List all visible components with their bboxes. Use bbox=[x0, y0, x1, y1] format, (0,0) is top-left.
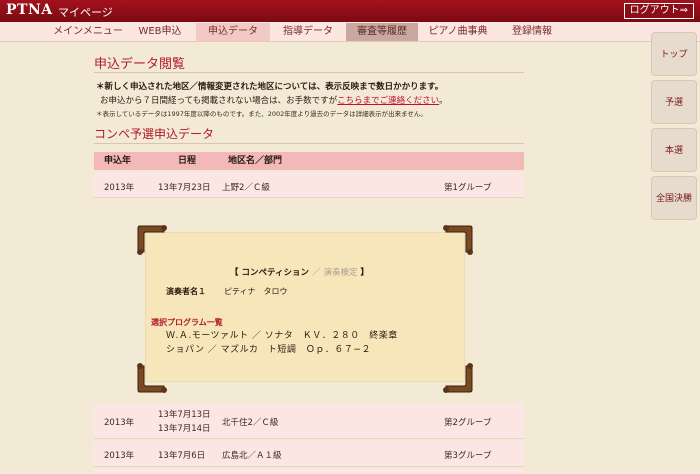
nav-judging-history[interactable]: 審査等履歴 bbox=[346, 23, 418, 41]
header-year: 申込年 bbox=[104, 156, 132, 166]
main-nav: メインメニュー WEB申込 申込データ 指導データ 審査等履歴 ピアノ曲事典 登… bbox=[0, 22, 700, 42]
nav-registration[interactable]: 登録情報 bbox=[500, 23, 564, 41]
detail-card bbox=[146, 233, 464, 381]
card-category: 【 コンペティション ／ 演奏検定 】 bbox=[230, 266, 369, 278]
program-item: Ｗ.Ａ.モーツァルト ／ ソナタ ＫＶ．２８０ 終楽章 bbox=[166, 331, 398, 341]
ptna-logo[interactable]: PTNA bbox=[6, 2, 53, 18]
performer: 演奏者名１ ピティナ タロウ bbox=[166, 286, 288, 297]
performer-label: 演奏者名１ bbox=[166, 287, 206, 296]
row-area: 上野2／Ｃ級 bbox=[222, 183, 270, 193]
program-title: 選択プログラム一覧 bbox=[151, 318, 223, 327]
row-group: 第3グループ bbox=[444, 451, 492, 461]
logout-button[interactable]: ログアウト⇒ bbox=[623, 3, 694, 19]
notice-contact-text: お申込から７日間経っても掲載されない場合は、お手数ですが bbox=[100, 96, 338, 106]
mypage-label: マイページ bbox=[58, 6, 113, 19]
row-date: 13年7月6日 bbox=[158, 451, 206, 461]
row-area: 北千住2／Ｃ級 bbox=[222, 418, 279, 428]
header-area: 地区名／部門 bbox=[228, 156, 283, 166]
category-separator: ／ bbox=[311, 268, 321, 278]
side-main-round-button[interactable]: 本選 bbox=[651, 128, 697, 172]
header-bar: PTNA マイページ ログアウト⇒ bbox=[0, 0, 700, 22]
section-title: コンペ予選申込データ bbox=[94, 127, 215, 141]
table-row[interactable]: 2013年 13年7月23日 上野2／Ｃ級 第1グループ bbox=[94, 172, 524, 198]
table-row[interactable]: 2013年 13年7月13日 13年7月14日 北千住2／Ｃ級 第2グループ bbox=[94, 403, 524, 439]
row-year: 2013年 bbox=[104, 418, 135, 428]
nav-application-data[interactable]: 申込データ bbox=[196, 23, 270, 41]
table-row bbox=[94, 469, 524, 474]
table-header: 申込年 日程 地区名／部門 bbox=[94, 152, 524, 170]
row-group: 第2グループ bbox=[444, 418, 492, 428]
notice-contact-end: 。 bbox=[439, 96, 448, 106]
nav-teaching-data[interactable]: 指導データ bbox=[272, 23, 344, 41]
corner-bottom-left-icon bbox=[137, 363, 167, 393]
table-row[interactable]: 2013年 13年7月6日 広島北／Ａ１級 第3グループ bbox=[94, 441, 524, 467]
nav-main-menu[interactable]: メインメニュー bbox=[48, 23, 128, 41]
row-year: 2013年 bbox=[104, 451, 135, 461]
bracket-open: 【 bbox=[230, 268, 239, 278]
corner-top-right-icon bbox=[443, 225, 473, 255]
program-item: ショパン ／ マズルカ ト短調 Ｏｐ．６７−２ bbox=[166, 345, 371, 355]
notice-data-range: ＊表示しているデータは1997年度以降のものです。また、2002年度より過去のデ… bbox=[96, 110, 427, 118]
row-date-2: 13年7月14日 bbox=[158, 424, 211, 434]
row-year: 2013年 bbox=[104, 183, 135, 193]
row-area: 広島北／Ａ１級 bbox=[222, 451, 282, 461]
category-alt: 演奏検定 bbox=[323, 268, 358, 278]
corner-bottom-right-icon bbox=[443, 363, 473, 393]
corner-top-left-icon bbox=[137, 225, 167, 255]
page-title: 申込データ閲覧 bbox=[94, 57, 186, 72]
contact-link[interactable]: こちらまでご連絡ください bbox=[337, 96, 439, 106]
side-top-button[interactable]: トップ bbox=[651, 32, 697, 76]
category-label: コンペティション bbox=[241, 268, 309, 278]
performer-name: ピティナ タロウ bbox=[224, 287, 288, 296]
notice-contact: お申込から７日間経っても掲載されない場合は、お手数ですがこちらまでご連絡ください… bbox=[100, 94, 448, 106]
section-divider bbox=[94, 143, 524, 144]
nav-web-apply[interactable]: WEB申込 bbox=[128, 23, 192, 41]
row-date: 13年7月23日 bbox=[158, 183, 211, 193]
side-preliminary-button[interactable]: 予選 bbox=[651, 80, 697, 124]
row-date: 13年7月13日 bbox=[158, 410, 211, 420]
side-national-final-button[interactable]: 全国決勝 bbox=[651, 176, 697, 220]
header-date: 日程 bbox=[178, 156, 197, 166]
row-group: 第1グループ bbox=[444, 183, 492, 193]
bracket-close: 】 bbox=[360, 268, 369, 278]
notice-reflection: ＊新しく申込された地区／情報変更された地区については、表示反映まで数日かかります… bbox=[96, 82, 444, 92]
nav-piano-dictionary[interactable]: ピアノ曲事典 bbox=[418, 23, 498, 41]
title-divider bbox=[94, 72, 524, 73]
